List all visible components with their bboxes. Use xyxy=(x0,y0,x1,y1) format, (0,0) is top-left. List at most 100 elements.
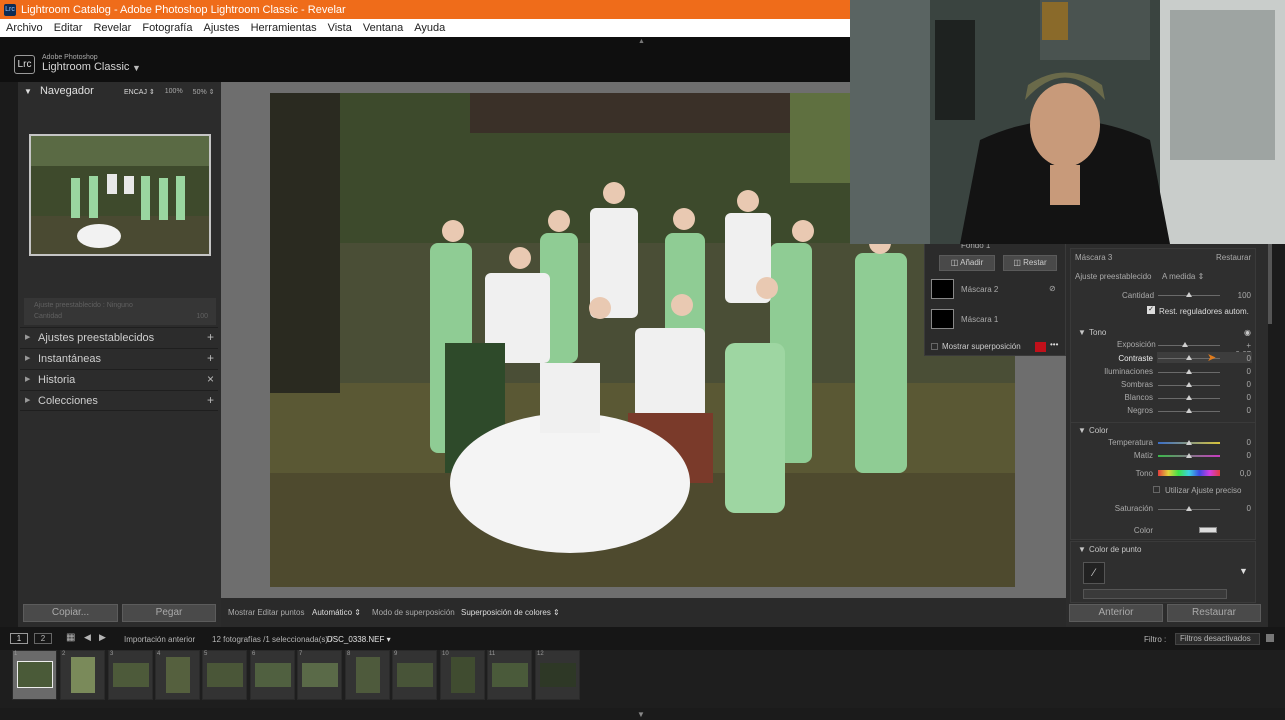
collapse-filmstrip-icon[interactable]: ▼ xyxy=(637,710,645,719)
fine-adjust-checkbox[interactable] xyxy=(1153,486,1160,493)
section-history[interactable]: ▶ Historia × xyxy=(20,369,218,390)
temperature-value[interactable]: 0 xyxy=(1231,438,1251,447)
highlights-value[interactable]: 0 xyxy=(1231,367,1251,376)
filter-lock-icon[interactable] xyxy=(1266,634,1274,642)
add-preset-icon[interactable]: + xyxy=(207,330,214,344)
temperature-slider-knob[interactable] xyxy=(1186,440,1192,445)
menu-revelar[interactable]: Revelar xyxy=(93,22,131,34)
previous-button[interactable]: Anterior xyxy=(1069,604,1163,622)
menu-fotografia[interactable]: Fotografía xyxy=(142,22,192,34)
saturation-value[interactable]: 0 xyxy=(1231,504,1251,513)
filmstrip-filename[interactable]: DSC_0338.NEF ▾ xyxy=(327,635,391,644)
filmstrip-thumb[interactable]: 8 xyxy=(345,650,390,700)
filmstrip-thumb[interactable]: 9 xyxy=(392,650,437,700)
grid-icon[interactable]: ▦ xyxy=(66,632,75,643)
auto-select[interactable]: Automático ⇕ xyxy=(312,608,361,617)
add-mask-button[interactable]: ◫ Añadir xyxy=(939,255,995,271)
tint-value[interactable]: 0 xyxy=(1231,451,1251,460)
overlay-color-swatch[interactable] xyxy=(1035,342,1046,352)
mask-options-icon[interactable]: ⊘ xyxy=(1049,284,1056,293)
hue-slider[interactable] xyxy=(1158,470,1220,476)
subtract-mask-button[interactable]: ◫ Restar xyxy=(1003,255,1057,271)
navigator-header[interactable]: ▼ Navegador xyxy=(24,85,94,97)
paste-button[interactable]: Pegar xyxy=(122,604,216,622)
menu-ajustes[interactable]: Ajustes xyxy=(203,22,239,34)
contrast-slider-knob[interactable] xyxy=(1186,355,1192,360)
menu-editar[interactable]: Editar xyxy=(54,22,83,34)
disclosure-triangle-icon[interactable]: ▼ xyxy=(1078,545,1086,554)
filmstrip-thumb[interactable]: 11 xyxy=(487,650,532,700)
view-1-toggle[interactable]: 1 xyxy=(10,633,28,644)
tone-section-title[interactable]: Tono xyxy=(1089,328,1106,337)
chevron-down-icon[interactable]: ▼ xyxy=(132,63,141,73)
back-arrow-icon[interactable]: ◀ xyxy=(84,632,91,643)
checkmark-icon[interactable]: ✓ xyxy=(1147,306,1155,314)
filmstrip-thumb[interactable]: 10 xyxy=(440,650,485,700)
filmstrip-thumb[interactable]: 5 xyxy=(202,650,247,700)
preset-select[interactable]: A medida ⇕ xyxy=(1162,272,1204,281)
whites-slider-knob[interactable] xyxy=(1186,395,1192,400)
point-color-title[interactable]: Color de punto xyxy=(1089,545,1141,554)
zoom-fit-option[interactable]: ENCAJ ⇕ xyxy=(124,88,155,96)
shadows-slider-knob[interactable] xyxy=(1186,382,1192,387)
shadows-value[interactable]: 0 xyxy=(1231,380,1251,389)
filmstrip-thumb[interactable]: 6 xyxy=(250,650,295,700)
zoom-50-option[interactable]: 50% ⇕ xyxy=(193,88,215,96)
menu-ayuda[interactable]: Ayuda xyxy=(414,22,445,34)
filter-select[interactable]: Filtros desactivados xyxy=(1175,633,1260,645)
mask-1-label[interactable]: Máscara 1 xyxy=(961,315,998,324)
amount-slider-knob[interactable] xyxy=(1186,292,1192,297)
hue-value[interactable]: 0,0 xyxy=(1231,469,1251,478)
blacks-value[interactable]: 0 xyxy=(1231,406,1251,415)
forward-arrow-icon[interactable]: ▶ xyxy=(99,632,106,643)
restore-button[interactable]: Restaurar xyxy=(1167,604,1261,622)
section-snapshots[interactable]: ▶ Instantáneas + xyxy=(20,348,218,369)
contrast-value[interactable]: 0 xyxy=(1231,354,1251,363)
collapse-top-panel-icon[interactable]: ▲ xyxy=(638,38,645,45)
show-edit-points[interactable]: Mostrar Editar puntos xyxy=(228,608,304,617)
view-2-toggle[interactable]: 2 xyxy=(34,633,52,644)
filmstrip-thumb[interactable]: 3 xyxy=(108,650,153,700)
add-snapshot-icon[interactable]: + xyxy=(207,351,214,365)
clear-history-icon[interactable]: × xyxy=(207,372,214,386)
filmstrip-thumb[interactable]: 12 xyxy=(535,650,580,700)
disclosure-triangle-icon[interactable]: ▼ xyxy=(1078,426,1086,435)
zoom-100-option[interactable]: 100% xyxy=(165,88,183,96)
filmstrip-source[interactable]: Importación anterior xyxy=(124,635,195,644)
navigator-preview[interactable] xyxy=(29,134,211,256)
exposure-slider-knob[interactable] xyxy=(1182,342,1188,347)
show-overlay-checkbox[interactable] xyxy=(931,343,938,350)
menu-archivo[interactable]: Archivo xyxy=(6,22,43,34)
menu-herramientas[interactable]: Herramientas xyxy=(251,22,317,34)
add-collection-icon[interactable]: + xyxy=(207,393,214,407)
copy-button[interactable]: Copiar... xyxy=(23,604,118,622)
point-color-strip[interactable] xyxy=(1083,589,1227,599)
menu-ventana[interactable]: Ventana xyxy=(363,22,403,34)
eye-icon[interactable]: ◉ xyxy=(1244,328,1251,337)
highlights-slider-knob[interactable] xyxy=(1186,369,1192,374)
mask-1-thumbnail[interactable] xyxy=(931,309,954,329)
disclosure-triangle-icon[interactable]: ▼ xyxy=(1078,328,1086,337)
tint-slider-knob[interactable] xyxy=(1186,453,1192,458)
right-panel-scrollbar[interactable] xyxy=(1268,244,1272,324)
mask-2-label[interactable]: Máscara 2 xyxy=(961,285,998,294)
filmstrip-thumb[interactable]: 7 xyxy=(297,650,342,700)
overlay-color-select[interactable]: Superposición de colores ⇕ xyxy=(461,608,560,617)
more-options-icon[interactable]: ••• xyxy=(1050,340,1058,349)
filmstrip-thumb[interactable]: 1 xyxy=(12,650,57,700)
whites-value[interactable]: 0 xyxy=(1231,393,1251,402)
section-collections[interactable]: ▶ Colecciones + xyxy=(20,390,218,411)
color-swatch[interactable] xyxy=(1199,527,1217,533)
reset-link[interactable]: Restaurar xyxy=(1216,253,1251,262)
saturation-slider-knob[interactable] xyxy=(1186,506,1192,511)
amount-value[interactable]: 100 xyxy=(1231,291,1251,300)
chevron-down-icon[interactable]: ▼ xyxy=(1239,566,1248,576)
mask-2-thumbnail[interactable] xyxy=(931,279,954,299)
eyedropper-icon[interactable]: ⁄ xyxy=(1083,562,1105,584)
menu-vista[interactable]: Vista xyxy=(328,22,352,34)
section-presets[interactable]: ▶ Ajustes preestablecidos + xyxy=(20,327,218,348)
filmstrip-thumb[interactable]: 4 xyxy=(155,650,200,700)
filmstrip-thumb[interactable]: 2 xyxy=(60,650,105,700)
blacks-slider-knob[interactable] xyxy=(1186,408,1192,413)
color-section-title[interactable]: Color xyxy=(1089,426,1108,435)
